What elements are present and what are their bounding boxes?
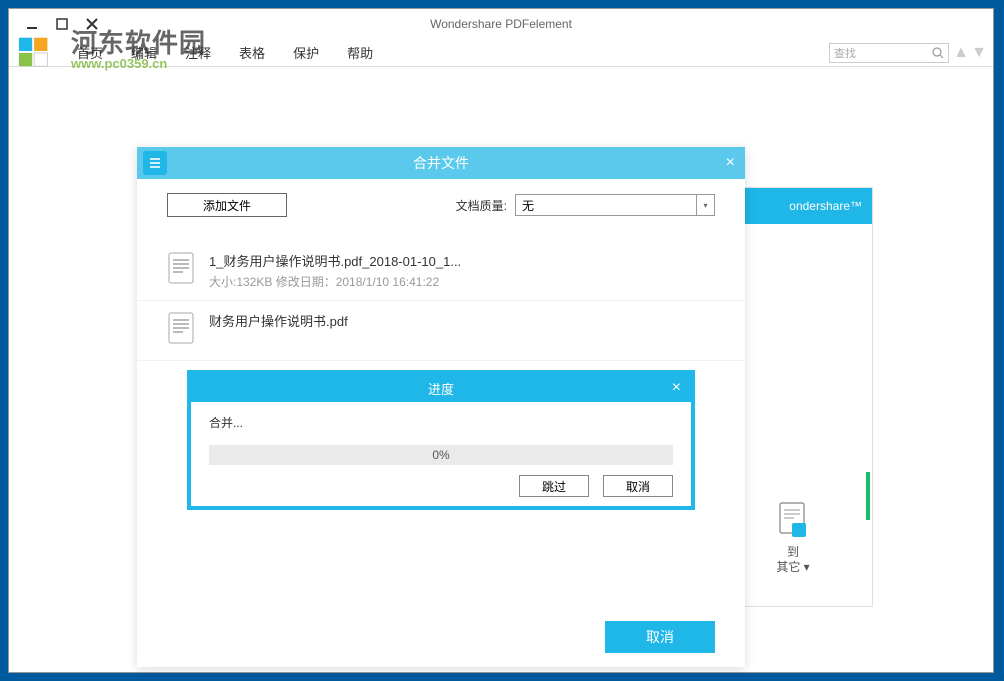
file-list: 1_财务用户操作说明书.pdf_2018-01-10_1... 大小:132KB…: [137, 231, 745, 371]
pdf-file-icon: [167, 311, 195, 350]
progress-percent: 0%: [432, 448, 449, 462]
quality-control: 文档质量: 无 ▾: [456, 194, 715, 216]
convert-to-other[interactable]: 到 其它 ▾: [776, 501, 810, 576]
file-row[interactable]: 1_财务用户操作说明书.pdf_2018-01-10_1... 大小:132KB…: [137, 241, 745, 301]
menu-forms[interactable]: 表格: [225, 39, 279, 66]
chevron-down-icon: ▾: [696, 195, 714, 215]
file-name: 1_财务用户操作说明书.pdf_2018-01-10_1...: [209, 251, 715, 270]
search-placeholder: 查找: [834, 45, 932, 61]
search-input[interactable]: 查找: [829, 43, 949, 63]
quality-value: 无: [522, 197, 534, 214]
nav-arrows: ▲ ▼: [953, 44, 987, 62]
close-button[interactable]: [77, 12, 107, 36]
merge-cancel-button[interactable]: 取消: [605, 621, 715, 653]
add-file-button[interactable]: 添加文件: [167, 193, 287, 217]
progress-header: 进度 ×: [191, 374, 691, 402]
document-export-icon: [776, 501, 810, 541]
file-info: 财务用户操作说明书.pdf: [209, 311, 715, 333]
titlebar: Wondershare PDFelement: [9, 9, 993, 39]
merge-footer: 取消: [137, 607, 745, 667]
menu-home[interactable]: 首页: [63, 39, 117, 66]
quality-label: 文档质量:: [456, 197, 507, 214]
menu-annotate[interactable]: 注释: [171, 39, 225, 66]
nav-down-icon[interactable]: ▼: [971, 44, 987, 62]
merge-toolbar: 添加文件 文档质量: 无 ▾: [137, 179, 745, 231]
app-logo: [15, 24, 63, 64]
search-icon: [932, 47, 944, 59]
file-row[interactable]: 财务用户操作说明书.pdf: [137, 301, 745, 361]
progress-bar: 0%: [209, 445, 673, 465]
window-title: Wondershare PDFelement: [430, 17, 572, 31]
merge-close-icon[interactable]: ×: [726, 154, 735, 172]
merge-dialog-header: 合并文件 ×: [137, 147, 745, 179]
hamburger-icon[interactable]: [143, 151, 167, 175]
green-accent: [866, 472, 870, 520]
convert-label: 到 其它 ▾: [776, 545, 809, 576]
menu-protect[interactable]: 保护: [279, 39, 333, 66]
file-name: 财务用户操作说明书.pdf: [209, 311, 715, 330]
app-window: Wondershare PDFelement 首页 编辑 注释 表格: [8, 8, 994, 673]
progress-status-label: 合并...: [209, 414, 673, 431]
pdf-file-icon: [167, 251, 195, 290]
progress-cancel-button[interactable]: 取消: [603, 475, 673, 497]
file-info: 1_财务用户操作说明书.pdf_2018-01-10_1... 大小:132KB…: [209, 251, 715, 290]
progress-body: 合并... 0% 跳过 取消: [191, 402, 691, 509]
menubar: 首页 编辑 注释 表格 保护 帮助 查找 ▲ ▼: [9, 39, 993, 67]
menu-edit[interactable]: 编辑: [117, 39, 171, 66]
quality-select[interactable]: 无 ▾: [515, 194, 715, 216]
progress-close-icon[interactable]: ×: [672, 379, 681, 397]
menu-right: 查找 ▲ ▼: [829, 43, 987, 63]
nav-up-icon[interactable]: ▲: [953, 44, 969, 62]
content-area: ondershare™ 到 其它 ▾: [9, 67, 993, 672]
file-meta: 大小:132KB 修改日期：2018/1/10 16:41:22: [209, 273, 715, 290]
skip-button[interactable]: 跳过: [519, 475, 589, 497]
progress-dialog: 进度 × 合并... 0% 跳过 取消: [187, 370, 695, 510]
menu-help[interactable]: 帮助: [333, 39, 387, 66]
progress-title: 进度: [428, 379, 454, 398]
progress-actions: 跳过 取消: [209, 475, 673, 497]
merge-dialog-title: 合并文件: [413, 153, 469, 173]
